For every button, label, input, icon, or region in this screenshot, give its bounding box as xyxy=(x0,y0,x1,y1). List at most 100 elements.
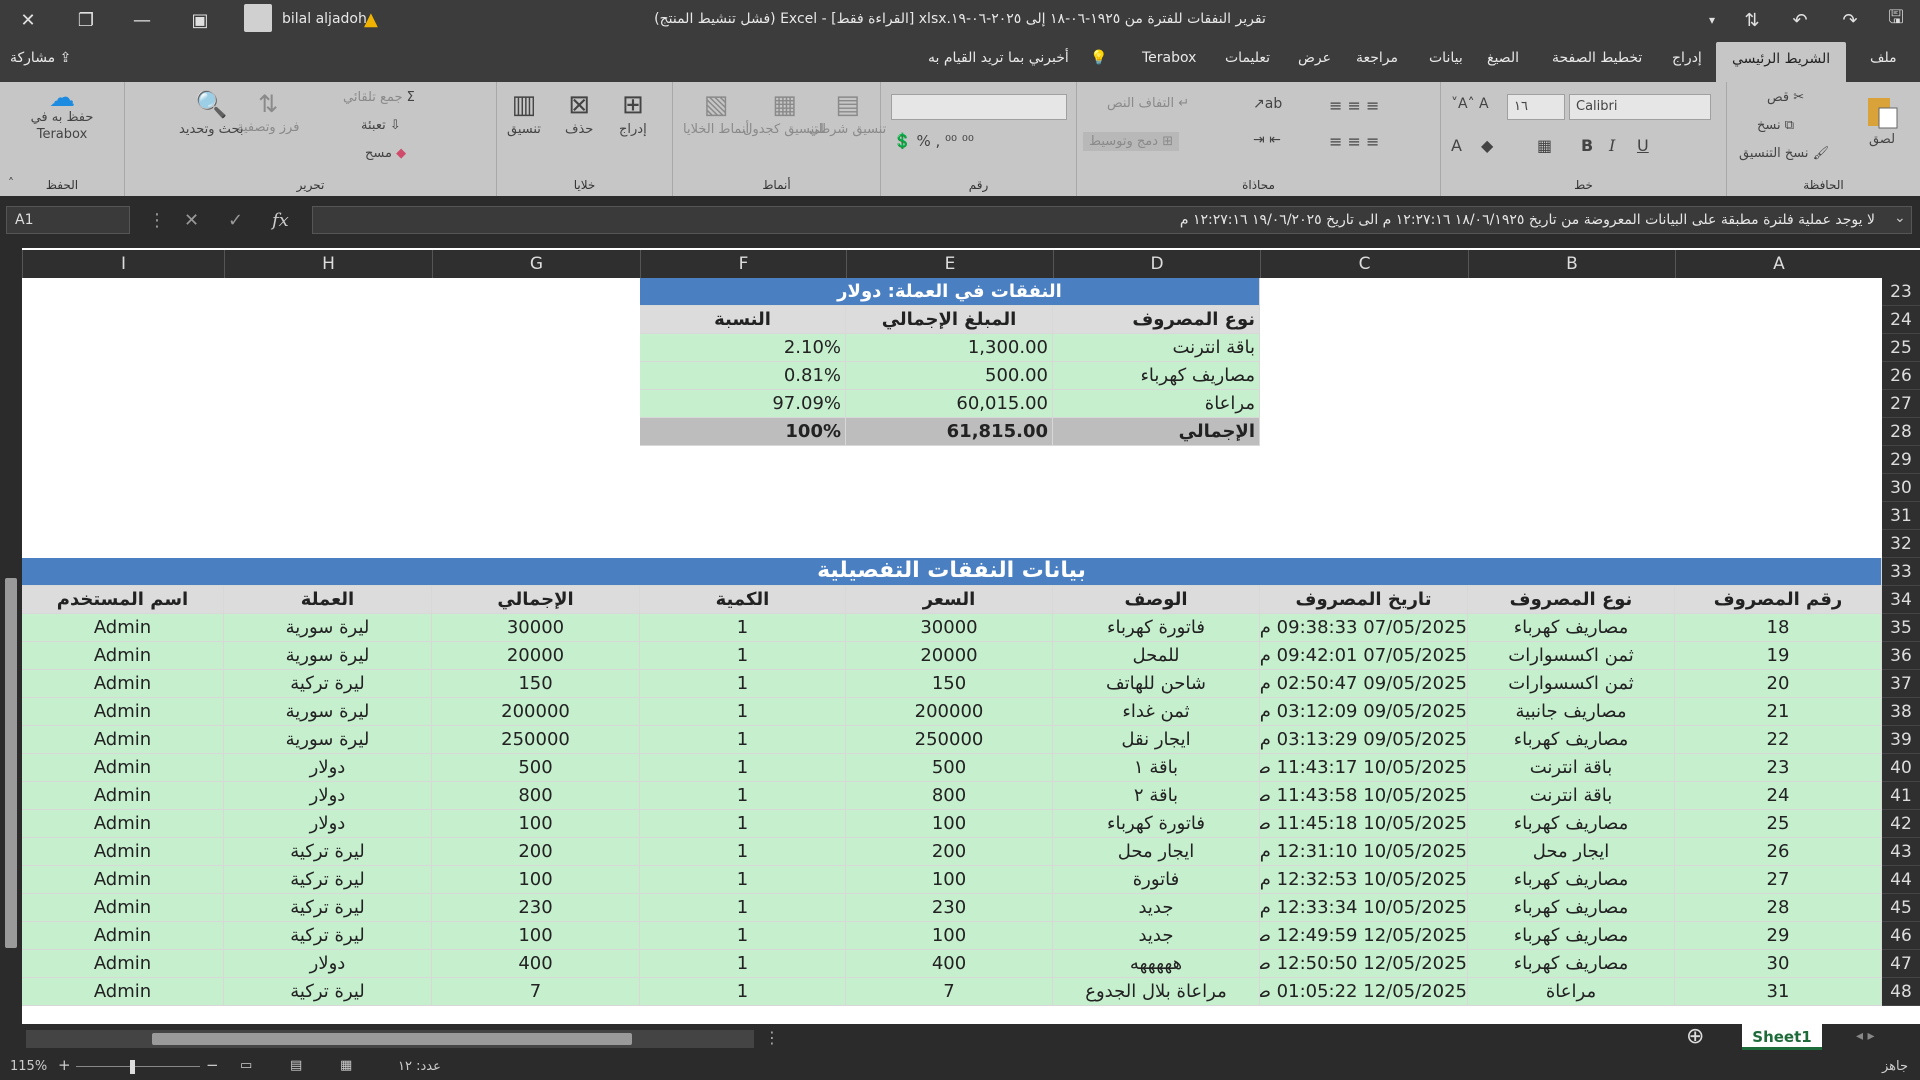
summary-cell[interactable]: 97.09% xyxy=(640,390,846,418)
table-cell[interactable]: 200000 xyxy=(432,698,640,726)
summary-total[interactable]: الإجمالي xyxy=(1053,418,1260,446)
table-cell[interactable]: جديد xyxy=(1053,894,1260,922)
tab-data[interactable]: بيانات xyxy=(1429,50,1463,66)
expand-formula-icon[interactable]: ⌄ xyxy=(1894,210,1906,226)
table-cell[interactable]: مراعاة xyxy=(1468,978,1675,1006)
row-header[interactable]: 45 xyxy=(1882,894,1920,922)
sort-filter-button[interactable]: ⇅ فرز وتصفية xyxy=(237,90,299,135)
table-cell[interactable]: 1 xyxy=(640,726,846,754)
horizontal-scrollbar[interactable] xyxy=(26,1030,754,1048)
row-header[interactable]: 41 xyxy=(1882,782,1920,810)
name-box[interactable]: A1 xyxy=(6,206,130,234)
table-cell[interactable]: 25 xyxy=(1675,810,1882,838)
row-header[interactable]: 47 xyxy=(1882,950,1920,978)
table-cell[interactable]: مراعاة بلال الجدوع xyxy=(1053,978,1260,1006)
table-cell[interactable]: فاتورة xyxy=(1053,866,1260,894)
summary-cell[interactable]: 1,300.00 xyxy=(846,334,1053,362)
table-cell[interactable]: 1 xyxy=(640,838,846,866)
merge-center-button[interactable]: ⊞ دمج وتوسيط xyxy=(1083,132,1180,151)
row-header[interactable]: 35 xyxy=(1882,614,1920,642)
table-cell[interactable]: 100 xyxy=(846,810,1053,838)
table-cell[interactable]: 09/05/2025 02:50:47 م xyxy=(1260,670,1468,698)
table-cell[interactable]: 1 xyxy=(640,614,846,642)
tab-page-layout[interactable]: تخطيط الصفحة xyxy=(1552,50,1642,66)
table-cell[interactable]: Admin xyxy=(22,922,224,950)
summary-total[interactable]: 61,815.00 xyxy=(846,418,1053,446)
table-cell[interactable]: شاحن للهاتف xyxy=(1053,670,1260,698)
column-header[interactable]: C xyxy=(1260,250,1468,278)
table-cell[interactable]: جديد xyxy=(1053,922,1260,950)
copy-button[interactable]: ⧉ نسخ xyxy=(1757,118,1794,133)
table-cell[interactable]: 10/05/2025 12:33:34 م xyxy=(1260,894,1468,922)
table-cell[interactable]: Admin xyxy=(22,726,224,754)
table-cell[interactable]: مصاريف كهرباء xyxy=(1468,810,1675,838)
table-cell[interactable]: 150 xyxy=(846,670,1053,698)
zoom-slider-thumb[interactable] xyxy=(130,1060,135,1074)
summary-header[interactable]: نوع المصروف xyxy=(1053,306,1260,334)
table-cell[interactable]: 10/05/2025 11:43:17 ص xyxy=(1260,754,1468,782)
summary-total[interactable]: 100% xyxy=(640,418,846,446)
table-cell[interactable]: Admin xyxy=(22,614,224,642)
table-cell[interactable]: 28 xyxy=(1675,894,1882,922)
table-cell[interactable]: Admin xyxy=(22,866,224,894)
cut-button[interactable]: ✂ قص xyxy=(1767,90,1804,105)
table-cell[interactable]: 400 xyxy=(846,950,1053,978)
enter-icon[interactable]: ✓ xyxy=(228,210,243,231)
table-cell[interactable]: 10/05/2025 12:31:10 م xyxy=(1260,838,1468,866)
table-cell[interactable]: فاتورة كهرباء xyxy=(1053,614,1260,642)
table-cell[interactable]: باقة انترنت xyxy=(1468,782,1675,810)
bold-button[interactable]: B xyxy=(1581,136,1593,155)
page-break-view-icon[interactable]: ▭ xyxy=(240,1058,252,1073)
table-cell[interactable]: مصاريف كهرباء xyxy=(1468,866,1675,894)
row-header[interactable]: 27 xyxy=(1882,390,1920,418)
summary-cell[interactable]: مراعاة xyxy=(1053,390,1260,418)
summary-cell[interactable]: 500.00 xyxy=(846,362,1053,390)
row-header[interactable]: 24 xyxy=(1882,306,1920,334)
row-header[interactable]: 46 xyxy=(1882,922,1920,950)
column-header[interactable]: D xyxy=(1053,250,1260,278)
row-header[interactable]: 23 xyxy=(1882,278,1920,306)
zoom-slider[interactable] xyxy=(76,1066,200,1067)
formula-input[interactable]: لا يوجد عملية فلترة مطبقة على البيانات ا… xyxy=(312,206,1912,234)
tab-formulas[interactable]: الصيغ xyxy=(1487,50,1519,66)
table-cell[interactable]: 20 xyxy=(1675,670,1882,698)
row-header[interactable]: 28 xyxy=(1882,418,1920,446)
row-header[interactable]: 39 xyxy=(1882,726,1920,754)
tab-file[interactable]: ملف xyxy=(1870,50,1897,66)
sort-icon[interactable]: ⇅ xyxy=(1728,0,1776,40)
align-top-icon[interactable]: ≡ ≡ ≡ xyxy=(1329,96,1379,115)
clear-button[interactable]: ◆ مسح xyxy=(365,146,406,161)
table-cell[interactable]: Admin xyxy=(22,642,224,670)
underline-button[interactable]: U xyxy=(1637,136,1649,155)
table-cell[interactable]: 29 xyxy=(1675,922,1882,950)
select-all-corner[interactable] xyxy=(1882,250,1920,278)
table-cell[interactable]: 1 xyxy=(640,642,846,670)
details-header[interactable]: الكمية xyxy=(640,586,846,614)
tab-terabox[interactable]: Terabox xyxy=(1142,50,1196,66)
table-cell[interactable]: 1 xyxy=(640,698,846,726)
table-cell[interactable]: Admin xyxy=(22,698,224,726)
table-cell[interactable]: 19 xyxy=(1675,642,1882,670)
table-cell[interactable]: 7 xyxy=(846,978,1053,1006)
table-cell[interactable]: 100 xyxy=(846,922,1053,950)
fill-button[interactable]: ⇩ تعبئة xyxy=(361,118,401,133)
table-cell[interactable]: 100 xyxy=(432,922,640,950)
summary-cell[interactable]: 2.10% xyxy=(640,334,846,362)
row-header[interactable]: 32 xyxy=(1882,530,1920,558)
horizontal-scroll-thumb[interactable] xyxy=(152,1033,632,1045)
details-header[interactable]: العملة xyxy=(224,586,432,614)
table-cell[interactable]: Admin xyxy=(22,838,224,866)
format-as-table-button[interactable]: ▦ التنسيق كجدول xyxy=(743,90,826,137)
details-title[interactable]: بيانات النفقات التفصيلية xyxy=(22,558,1882,586)
column-header[interactable]: I xyxy=(22,250,224,278)
sheet-nav-icon[interactable]: ◂ ▸ xyxy=(1856,1028,1875,1044)
tab-help[interactable]: تعليمات xyxy=(1225,50,1270,66)
table-cell[interactable]: 12/05/2025 12:50:50 ص xyxy=(1260,950,1468,978)
orientation-icon[interactable]: ab↗ xyxy=(1253,96,1282,112)
font-size-select[interactable]: ١٦ xyxy=(1507,94,1565,120)
row-header[interactable]: 40 xyxy=(1882,754,1920,782)
table-cell[interactable]: ثمن اكسسوارات xyxy=(1468,642,1675,670)
column-header[interactable]: E xyxy=(846,250,1053,278)
table-cell[interactable]: Admin xyxy=(22,894,224,922)
table-cell[interactable]: 250000 xyxy=(846,726,1053,754)
